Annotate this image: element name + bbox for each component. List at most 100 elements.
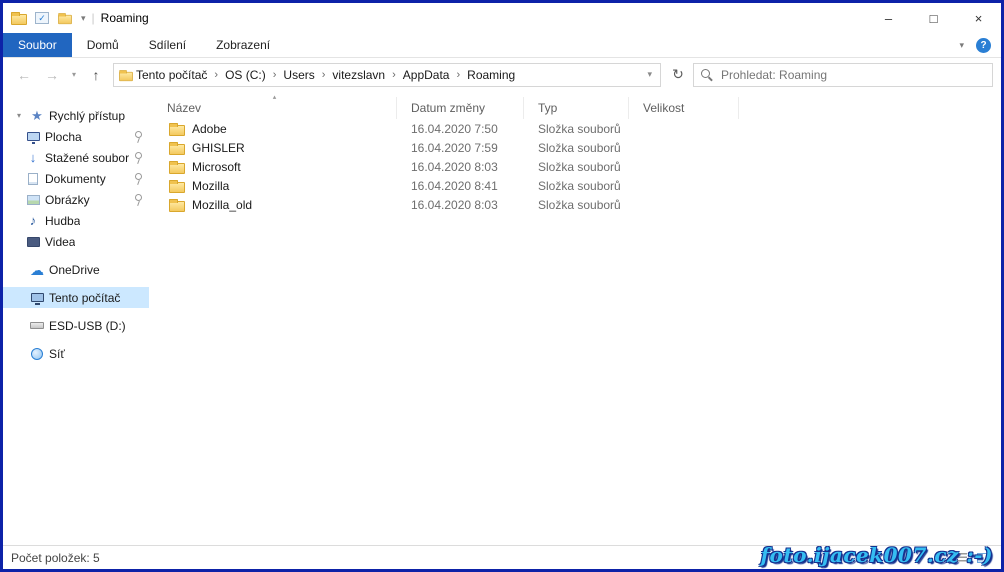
sidebar-item-label: OneDrive [49, 263, 100, 277]
up-button[interactable]: ↑ [83, 63, 109, 87]
file-modified: 16.04.2020 8:03 [397, 160, 524, 174]
close-button[interactable]: × [956, 3, 1001, 33]
pictures-icon [25, 192, 41, 208]
sidebar-item-hudba[interactable]: ♪ Hudba [3, 210, 149, 231]
explorer-logo-icon [11, 14, 27, 25]
sidebar-item-label: Tento počítač [49, 291, 120, 305]
quick-access-star-icon: ★ [29, 108, 45, 124]
pin-icon [133, 172, 143, 185]
sidebar-item-stazene-soubory[interactable]: ↓ Stažené soubory [3, 147, 149, 168]
breadcrumb-item-users[interactable]: Users [281, 68, 316, 82]
breadcrumb-separator-icon[interactable]: › [268, 69, 282, 81]
folder-icon [169, 182, 185, 193]
recent-locations-button[interactable]: ▾ [67, 63, 81, 87]
refresh-button[interactable]: ↻ [665, 63, 691, 87]
file-modified: 16.04.2020 8:03 [397, 198, 524, 212]
address-box[interactable]: Tento počítač › OS (C:) › Users › vitezs… [113, 63, 661, 87]
table-row[interactable]: GHISLER 16.04.2020 7:59 Složka souborů [153, 138, 1001, 157]
this-pc-icon [29, 290, 45, 306]
explorer-window: ✓ ▾ | Roaming – □ × Soubor Domů Sdílení … [0, 0, 1004, 572]
breadcrumb-item-tento-pocitac[interactable]: Tento počítač [134, 68, 209, 82]
sidebar-item-videa[interactable]: Videa [3, 231, 149, 252]
folder-icon [169, 201, 185, 212]
pin-icon [133, 193, 143, 206]
sidebar-item-sit[interactable]: Síť [3, 343, 149, 364]
window-title: Roaming [101, 11, 149, 25]
qat-customize-button[interactable]: ▾ [81, 13, 86, 24]
expander-icon[interactable]: ▾ [13, 111, 25, 120]
sidebar-item-label: ESD-USB (D:) [49, 319, 126, 333]
tab-sdileni[interactable]: Sdílení [134, 33, 201, 57]
sidebar-item-onedrive[interactable]: ☁ OneDrive [3, 259, 149, 280]
qat-properties-button[interactable]: ✓ [35, 12, 49, 24]
file-list-area: ▴ Název Datum změny Typ Velikost Adobe 1… [149, 91, 1001, 545]
breadcrumb-separator-icon[interactable]: › [451, 69, 465, 81]
title-bar: ✓ ▾ | Roaming – □ × [3, 3, 1001, 33]
breadcrumb-item-roaming[interactable]: Roaming [465, 68, 517, 82]
search-icon [700, 68, 713, 81]
file-name: Mozilla [192, 179, 229, 193]
ribbon-right-controls: ▾ ? [959, 33, 1001, 57]
address-bar: ← → ▾ ↑ Tento počítač › OS (C:) › Users … [3, 58, 1001, 91]
music-icon: ♪ [25, 213, 41, 229]
forward-button[interactable]: → [39, 63, 65, 87]
table-row[interactable]: Adobe 16.04.2020 7:50 Složka souborů [153, 119, 1001, 138]
sidebar-item-obrazky[interactable]: Obrázky [3, 189, 149, 210]
sidebar-item-label: Rychlý přístup [49, 109, 125, 123]
sidebar-item-label: Síť [49, 347, 65, 361]
sidebar-item-label: Videa [45, 235, 75, 249]
tab-domu[interactable]: Domů [72, 33, 134, 57]
check-icon: ✓ [38, 13, 46, 24]
table-row[interactable]: Mozilla_old 16.04.2020 8:03 Složka soubo… [153, 195, 1001, 214]
sidebar-item-tento-pocitac[interactable]: Tento počítač [3, 287, 149, 308]
column-header-datum-zmeny[interactable]: Datum změny [397, 97, 524, 119]
address-dropdown-button[interactable]: ▾ [643, 69, 656, 80]
column-header-nazev[interactable]: ▴ Název [153, 97, 397, 119]
sidebar-item-label: Plocha [45, 130, 82, 144]
breadcrumb-separator-icon[interactable]: › [317, 69, 331, 81]
file-type: Složka souborů [524, 141, 629, 155]
back-button[interactable]: ← [11, 63, 37, 87]
downloads-icon: ↓ [25, 150, 41, 166]
breadcrumb-item-appdata[interactable]: AppData [401, 68, 452, 82]
help-button[interactable]: ? [976, 38, 991, 53]
photo-watermark: foto.ijacek007.cz :-) [760, 543, 993, 567]
sort-ascending-icon: ▴ [273, 93, 277, 101]
table-row[interactable]: Microsoft 16.04.2020 8:03 Složka souborů [153, 157, 1001, 176]
file-name: GHISLER [192, 141, 245, 155]
location-folder-icon [119, 71, 133, 80]
file-rows: Adobe 16.04.2020 7:50 Složka souborů GHI… [153, 119, 1001, 545]
sidebar-item-dokumenty[interactable]: Dokumenty [3, 168, 149, 189]
sidebar-item-plocha[interactable]: Plocha [3, 126, 149, 147]
search-input[interactable] [719, 67, 986, 83]
file-modified: 16.04.2020 8:41 [397, 179, 524, 193]
column-label: Typ [538, 101, 557, 115]
onedrive-cloud-icon: ☁ [29, 262, 45, 278]
breadcrumb-item-vitezslavn[interactable]: vitezslavn [330, 68, 387, 82]
breadcrumb-separator-icon[interactable]: › [209, 69, 223, 81]
table-row[interactable]: Mozilla 16.04.2020 8:41 Složka souborů [153, 176, 1001, 195]
file-type: Složka souborů [524, 160, 629, 174]
sidebar-item-rychly-pristup[interactable]: ▾ ★ Rychlý přístup [3, 105, 149, 126]
file-name: Microsoft [192, 160, 241, 174]
ribbon-collapse-button[interactable]: ▾ [959, 40, 964, 51]
usb-drive-icon [29, 318, 45, 334]
tab-soubor[interactable]: Soubor [3, 33, 72, 57]
file-modified: 16.04.2020 7:50 [397, 122, 524, 136]
sidebar-item-esd-usb[interactable]: ESD-USB (D:) [3, 315, 149, 336]
folder-icon [169, 125, 185, 136]
column-header-velikost[interactable]: Velikost [629, 97, 739, 119]
tab-zobrazeni[interactable]: Zobrazení [201, 33, 285, 57]
file-type: Složka souborů [524, 179, 629, 193]
quick-access-toolbar: ✓ ▾ [11, 11, 86, 25]
qat-new-folder-button[interactable] [58, 15, 72, 24]
maximize-button[interactable]: □ [911, 3, 956, 33]
pin-icon [133, 151, 143, 164]
file-modified: 16.04.2020 7:59 [397, 141, 524, 155]
file-name: Mozilla_old [192, 198, 252, 212]
minimize-button[interactable]: – [866, 3, 911, 33]
folder-icon [169, 144, 185, 155]
column-header-typ[interactable]: Typ [524, 97, 629, 119]
breadcrumb-item-os-c[interactable]: OS (C:) [223, 68, 268, 82]
breadcrumb-separator-icon[interactable]: › [387, 69, 401, 81]
